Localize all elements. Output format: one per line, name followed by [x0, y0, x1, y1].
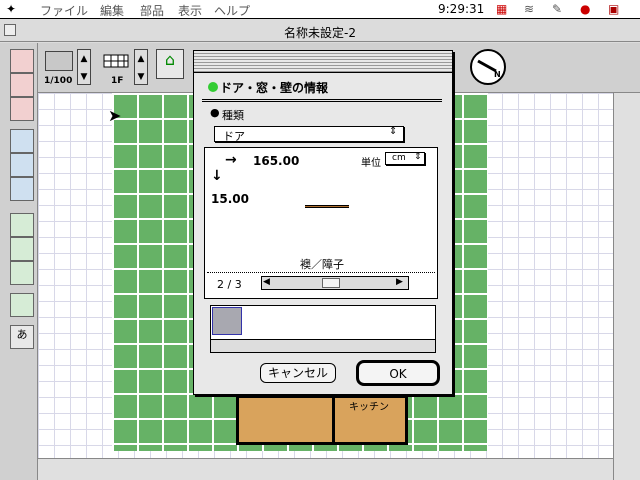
app-icon[interactable]: ●: [580, 2, 590, 16]
pen-icon[interactable]: ✎: [552, 2, 562, 16]
tool-stairs-icon[interactable]: [10, 153, 34, 177]
window-title-bar[interactable]: 名称未設定-2: [0, 20, 640, 42]
ok-button[interactable]: OK: [356, 360, 440, 386]
app-menu-icon[interactable]: ▣: [608, 2, 619, 16]
chevron-updown-icon: ⇕: [414, 152, 422, 162]
tool-fence-icon[interactable]: [10, 237, 34, 261]
menu-view[interactable]: 表示: [178, 2, 202, 19]
tool-palette: あ: [0, 43, 38, 480]
menu-file[interactable]: ファイル: [40, 2, 88, 19]
unit-label: 単位: [361, 158, 381, 169]
menu-edit[interactable]: 編集: [100, 2, 124, 19]
preview-panel: → 165.00 単位 cm ⇕ ↓ 15.00 襖／障子 2 / 3 ◀ ▶: [204, 147, 438, 299]
tool-room-grid-icon[interactable]: [10, 73, 34, 97]
unit-select[interactable]: cm ⇕: [385, 152, 425, 165]
kind-select-value: ドア: [223, 130, 245, 143]
tool-floor-icon[interactable]: [10, 261, 34, 285]
dialog-drag-bar[interactable]: [194, 51, 452, 73]
app-switcher-icon[interactable]: ▦: [496, 2, 507, 16]
divider: [202, 99, 442, 102]
vertical-scrollbar[interactable]: [613, 93, 640, 480]
apple-menu-icon[interactable]: ✦: [6, 2, 16, 16]
scroll-thumb[interactable]: [322, 278, 340, 288]
menu-bar: ✦ ファイル 編集 部品 表示 ヘルプ 9:29:31 ▦ ≋ ✎ ● ▣: [0, 0, 640, 19]
swatch-item[interactable]: [212, 307, 242, 335]
depth-value: 15.00: [211, 192, 249, 206]
scale-label: 1/100: [44, 76, 73, 86]
width-value: 165.00: [253, 154, 300, 168]
page-indicator: 2 / 3: [217, 278, 242, 291]
scale-icon[interactable]: [45, 51, 73, 71]
chevron-updown-icon: ⇕: [389, 126, 398, 137]
kind-label: 種類: [222, 109, 244, 122]
part-preview: [305, 205, 349, 208]
cancel-button[interactable]: キャンセル: [260, 363, 336, 383]
dialog-title: ドア・窓・壁の情報: [220, 81, 329, 95]
tool-window-icon[interactable]: [10, 177, 34, 201]
kind-select[interactable]: ドア ⇕: [214, 126, 404, 143]
arrow-left-icon[interactable]: ◀: [263, 277, 270, 287]
arrow-right-icon[interactable]: ▶: [396, 277, 403, 287]
tool-door-icon[interactable]: [10, 129, 34, 153]
tool-room-icon[interactable]: [10, 49, 34, 73]
tool-room-copy-icon[interactable]: [10, 97, 34, 121]
dotted-divider: [207, 272, 435, 273]
tool-furniture-icon[interactable]: [10, 293, 34, 317]
item-scrollbar[interactable]: ◀ ▶: [261, 276, 409, 290]
svg-text:N: N: [494, 70, 501, 79]
scale-stepper[interactable]: ▲ ▼: [77, 49, 91, 85]
compass-icon[interactable]: N: [470, 49, 506, 85]
unit-select-value: cm: [392, 153, 406, 163]
floor-label: 1F: [111, 76, 124, 86]
floor-icon[interactable]: [102, 51, 130, 71]
room-label: キッチン: [349, 402, 389, 413]
arrow-down-icon: ↓: [211, 168, 223, 184]
menu-help[interactable]: ヘルプ: [214, 2, 250, 19]
status-dot-icon: [208, 82, 218, 92]
horizontal-scrollbar[interactable]: [38, 458, 613, 480]
swatch-list[interactable]: [210, 305, 436, 353]
floor-stepper[interactable]: ▲ ▼: [134, 49, 148, 85]
window-title: 名称未設定-2: [284, 26, 356, 40]
control-strip-icon[interactable]: ≋: [524, 2, 534, 16]
room-block[interactable]: [236, 395, 336, 445]
tool-wall-icon[interactable]: [10, 213, 34, 237]
clock: 9:29:31: [438, 2, 485, 16]
tool-text-icon[interactable]: あ: [10, 325, 34, 349]
swatch-scrollbar[interactable]: [211, 339, 435, 352]
info-dialog: ドア・窓・壁の情報 ● 種類 ドア ⇕ → 165.00 単位 cm ⇕ ↓ 1…: [193, 50, 453, 395]
view-3d-icon[interactable]: ⌂: [156, 49, 184, 79]
ok-button-label: OK: [389, 367, 407, 381]
menu-parts[interactable]: 部品: [140, 2, 164, 19]
arrow-right-icon: →: [225, 152, 237, 168]
bullet-icon: ●: [210, 106, 220, 119]
item-name: 襖／障子: [300, 258, 344, 271]
mouse-cursor-icon: ➤: [108, 106, 122, 125]
kitchen-room[interactable]: キッチン: [332, 395, 408, 445]
